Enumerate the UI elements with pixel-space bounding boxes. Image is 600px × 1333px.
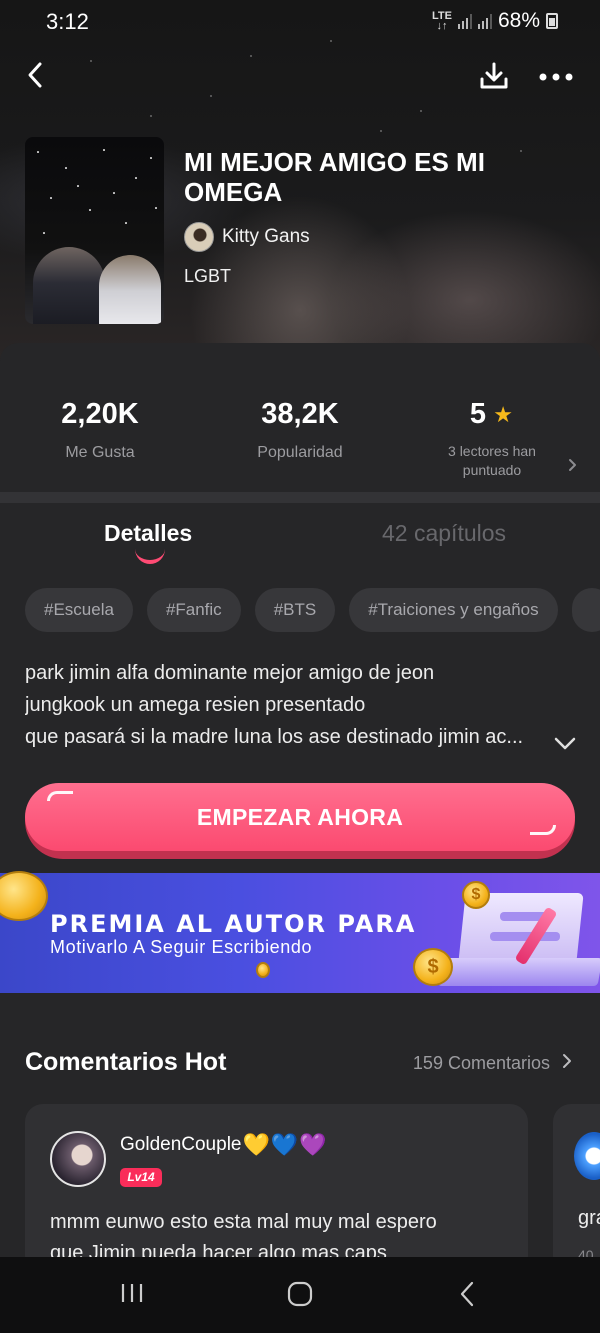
likes-label: Me Gusta <box>65 444 135 461</box>
more-dots-icon[interactable] <box>536 60 576 94</box>
popularity-label: Popularidad <box>257 444 343 461</box>
start-reading-button[interactable]: EMPEZAR AHORA <box>25 783 575 859</box>
download-icon[interactable] <box>476 58 512 94</box>
system-back-icon[interactable] <box>458 1281 476 1312</box>
tag-list: #Escuela #Fanfic #BTS #Traiciones y enga… <box>25 588 600 634</box>
tag-chip[interactable]: #Fanfic <box>146 588 241 632</box>
commenter-avatar[interactable] <box>50 1131 106 1187</box>
network-type-icon: LTE ↓↑ <box>432 10 452 32</box>
user-level-badge: Lv14 <box>120 1168 162 1187</box>
comments-count: 159 Comentarios <box>412 1053 550 1073</box>
author-link[interactable]: Kitty Gans <box>184 222 310 252</box>
blue-heart-icon: 💙 <box>270 1132 299 1157</box>
coin-icon: $ <box>413 948 453 986</box>
status-time: 3:12 <box>46 9 89 34</box>
tab-chapters[interactable]: 42 capítulos <box>382 520 506 547</box>
expand-chevron-icon[interactable] <box>552 730 578 756</box>
description-line: park jimin alfa dominante mejor amigo de… <box>25 662 435 684</box>
banner-title: PREMIA AL AUTOR PARA <box>50 910 417 938</box>
signal-icon <box>457 13 472 29</box>
comment-text: gra <box>578 1207 600 1229</box>
rating-stat[interactable]: 5 ★ 3 lectores han puntuado <box>392 398 592 480</box>
tag-chip[interactable]: #BTS <box>254 588 336 632</box>
rating-label: 3 lectores han puntuado <box>448 443 536 478</box>
battery-percentage: 68% <box>497 9 540 32</box>
hot-comments-title: Comentarios Hot <box>25 1048 227 1076</box>
book-cover-image[interactable] <box>25 137 164 324</box>
all-comments-link[interactable]: 159 Comentarios <box>413 1053 572 1074</box>
rating-value: 5 <box>469 398 487 430</box>
likes-stat: 2,20K Me Gusta <box>0 398 200 462</box>
banner-subtitle: Motivarlo A Seguir Escribiendo <box>50 937 313 957</box>
commenter-username[interactable]: GoldenCouple 💛 💙 💜 <box>120 1134 327 1156</box>
status-bar: 3:12 LTE ↓↑ 68% <box>0 0 600 44</box>
book-description: park jimin alfa dominante mejor amigo de… <box>25 657 555 753</box>
yellow-heart-icon: 💛 <box>242 1132 270 1157</box>
tag-chip[interactable]: #Escuela <box>25 588 133 632</box>
chevron-right-icon <box>562 1053 572 1074</box>
description-line: que pasará si la madre luna los ase dest… <box>25 726 524 748</box>
star-icon: ★ <box>493 401 513 427</box>
book-title: MI MEJOR AMIGO ES MI OMEGA <box>184 147 485 207</box>
popularity-value: 38,2K <box>261 398 339 430</box>
popularity-stat: 38,2K Popularidad <box>200 398 400 462</box>
recent-apps-icon[interactable] <box>120 1281 144 1310</box>
back-arrow-icon[interactable] <box>18 58 52 92</box>
tab-details[interactable]: Detalles <box>104 520 192 547</box>
coin-icon <box>256 962 270 978</box>
home-icon[interactable] <box>287 1281 313 1312</box>
chevron-right-icon[interactable] <box>567 458 577 477</box>
section-divider <box>0 492 600 503</box>
description-line: jungkook un amega resien presentado <box>25 694 366 716</box>
start-reading-label: EMPEZAR AHORA <box>196 803 404 830</box>
tag-chip[interactable]: #Traiciones y engaños <box>349 588 558 632</box>
signal-icon-2 <box>477 13 492 29</box>
battery-icon <box>546 13 558 29</box>
book-genre[interactable]: LGBT <box>184 266 231 287</box>
purple-heart-icon: 💜 <box>299 1132 327 1157</box>
author-avatar <box>184 222 214 252</box>
status-indicators: LTE ↓↑ 68% <box>432 9 558 33</box>
tag-chip-partial[interactable] <box>571 588 600 632</box>
coin-icon: $ <box>462 881 490 909</box>
likes-value: 2,20K <box>61 398 139 430</box>
author-name: Kitty Gans <box>222 226 310 247</box>
